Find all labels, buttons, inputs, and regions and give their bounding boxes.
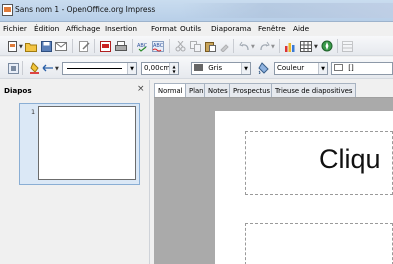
export-pdf-icon[interactable] [99,40,111,52]
slide-canvas[interactable]: Cliqu [154,97,393,264]
menu-outils[interactable]: Outils [180,24,201,33]
fill-value-field[interactable]: [] [331,62,393,75]
fill-mode-value: Couleur [277,64,305,72]
svg-text:ABC: ABC [137,43,148,49]
title-placeholder[interactable]: Cliqu [245,131,393,195]
line-color-field[interactable]: Gris ▼ [191,62,251,75]
arrow-style-icon[interactable] [42,62,54,74]
menu-affichage[interactable]: Affichage [66,24,100,33]
line-width-value: 0,00cm [144,64,171,72]
menu-edition[interactable]: Édition [34,24,59,33]
tab-prospectus[interactable]: Prospectus [229,83,275,97]
title-bar: Sans nom 1 - OpenOffice.org Impress [0,0,393,22]
line-color-bucket-icon[interactable] [29,62,41,74]
paste-icon[interactable] [204,40,216,52]
line-width-spinner-icon[interactable]: ▲ ▼ [169,63,178,74]
slide-pane: Diapos × 1 [0,80,150,264]
navigator-icon[interactable] [321,40,333,52]
menu-fenetre[interactable]: Fenêtre [258,24,286,33]
new-dropdown-icon[interactable]: ▼ [19,44,23,50]
menu-bar: Fichier Édition Affichage Insertion Form… [0,22,393,35]
title-placeholder-text: Cliqu [319,144,381,174]
table-icon[interactable] [300,40,312,52]
close-pane-icon[interactable]: × [137,84,145,94]
line-width-field[interactable]: 0,00cm ▲ ▼ [141,62,179,75]
separator [279,39,280,53]
slide-pane-title: Diapos [4,86,32,95]
line-color-swatch [194,64,203,71]
table-dropdown-icon[interactable]: ▼ [314,44,318,50]
undo-dropdown-icon[interactable]: ▼ [251,44,255,50]
edit-file-icon[interactable] [78,40,90,52]
line-fill-toggle-icon[interactable] [7,62,19,74]
standard-toolbar: ▼ ABC ABC ▼ ▼ ▼ [0,36,393,56]
slide-thumbnail[interactable] [38,106,136,180]
fill-value-text: [] [348,64,354,72]
print-icon[interactable] [115,40,127,52]
line-color-value: Gris [208,64,223,72]
auto-spellcheck-icon[interactable]: ABC [152,40,164,52]
spellcheck-icon[interactable]: ABC [137,40,149,52]
arrow-style-dropdown-icon[interactable]: ▼ [55,66,59,72]
redo-icon[interactable] [258,40,270,52]
cut-icon[interactable] [174,40,186,52]
impress-app-icon [2,4,13,16]
email-icon[interactable] [55,40,67,52]
new-document-icon[interactable] [6,40,18,52]
tab-trieuse[interactable]: Trieuse de diapositives [271,83,357,97]
chart-icon[interactable] [284,40,296,52]
separator [132,39,133,53]
line-color-dropdown-icon[interactable]: ▼ [241,63,250,74]
content-placeholder[interactable] [245,223,393,264]
separator [337,39,338,53]
undo-icon[interactable] [238,40,250,52]
area-style-icon[interactable] [258,62,270,74]
copy-icon[interactable] [189,40,201,52]
tab-notes[interactable]: Notes [204,83,232,97]
separator [94,39,95,53]
grid-icon[interactable] [341,40,353,52]
fill-mode-field[interactable]: Couleur ▼ [274,62,328,75]
open-folder-icon[interactable] [25,40,37,52]
separator [72,39,73,53]
tab-normal[interactable]: Normal [154,83,187,98]
title-bar-blur [180,3,393,18]
separator [22,61,23,75]
redo-dropdown-icon[interactable]: ▼ [271,44,275,50]
window-title: Sans nom 1 - OpenOffice.org Impress [15,5,156,14]
svg-text:ABC: ABC [153,43,164,49]
menu-diaporama[interactable]: Diaporama [211,24,251,33]
menu-fichier[interactable]: Fichier [3,24,27,33]
menu-format[interactable]: Format [151,24,177,33]
separator [169,39,170,53]
line-style-field[interactable]: ▼ [62,62,137,75]
line-style-dropdown-icon[interactable]: ▼ [127,63,136,74]
menu-aide[interactable]: Aide [293,24,309,33]
line-fill-toolbar: ▼ ▼ 0,00cm ▲ ▼ Gris ▼ Couleur ▼ [] [0,57,393,79]
fill-color-swatch [334,64,343,71]
slide-number: 1 [31,108,36,116]
menu-insertion[interactable]: Insertion [105,24,137,33]
slide[interactable]: Cliqu [215,111,393,264]
separator [233,39,234,53]
clone-formatting-icon[interactable] [218,40,230,52]
line-style-sample [67,68,122,69]
fill-mode-dropdown-icon[interactable]: ▼ [318,63,327,74]
save-icon[interactable] [40,40,52,52]
